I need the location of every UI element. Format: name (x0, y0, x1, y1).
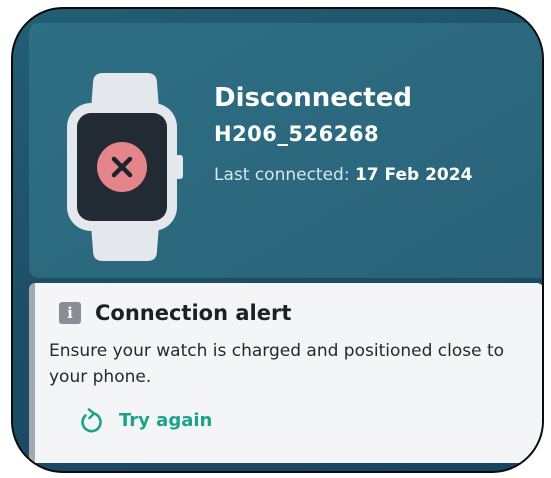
alert-message: Ensure your watch is charged and positio… (49, 341, 505, 387)
refresh-icon (81, 408, 102, 433)
try-again-label: Try again (119, 409, 213, 431)
try-again-button[interactable]: Try again (79, 407, 212, 433)
close-icon (97, 142, 147, 192)
connection-alert: i Connection alert Ensure your watch is … (29, 283, 542, 463)
last-connected-date: 17 Feb 2024 (354, 165, 473, 185)
device-status-panel: Disconnected H206_526268 Last connected:… (29, 23, 542, 278)
alert-title: Connection alert (95, 301, 292, 325)
device-card: Disconnected H206_526268 Last connected:… (11, 7, 544, 473)
device-id: H206_526268 (214, 122, 380, 146)
last-connected-text: Last connected: 17 Feb 2024 (214, 165, 472, 185)
info-icon: i (59, 302, 81, 324)
last-connected-label: Last connected: (214, 165, 355, 185)
alert-header: i Connection alert (59, 301, 291, 325)
connection-status-title: Disconnected (214, 83, 412, 113)
smartwatch-icon (67, 73, 183, 261)
